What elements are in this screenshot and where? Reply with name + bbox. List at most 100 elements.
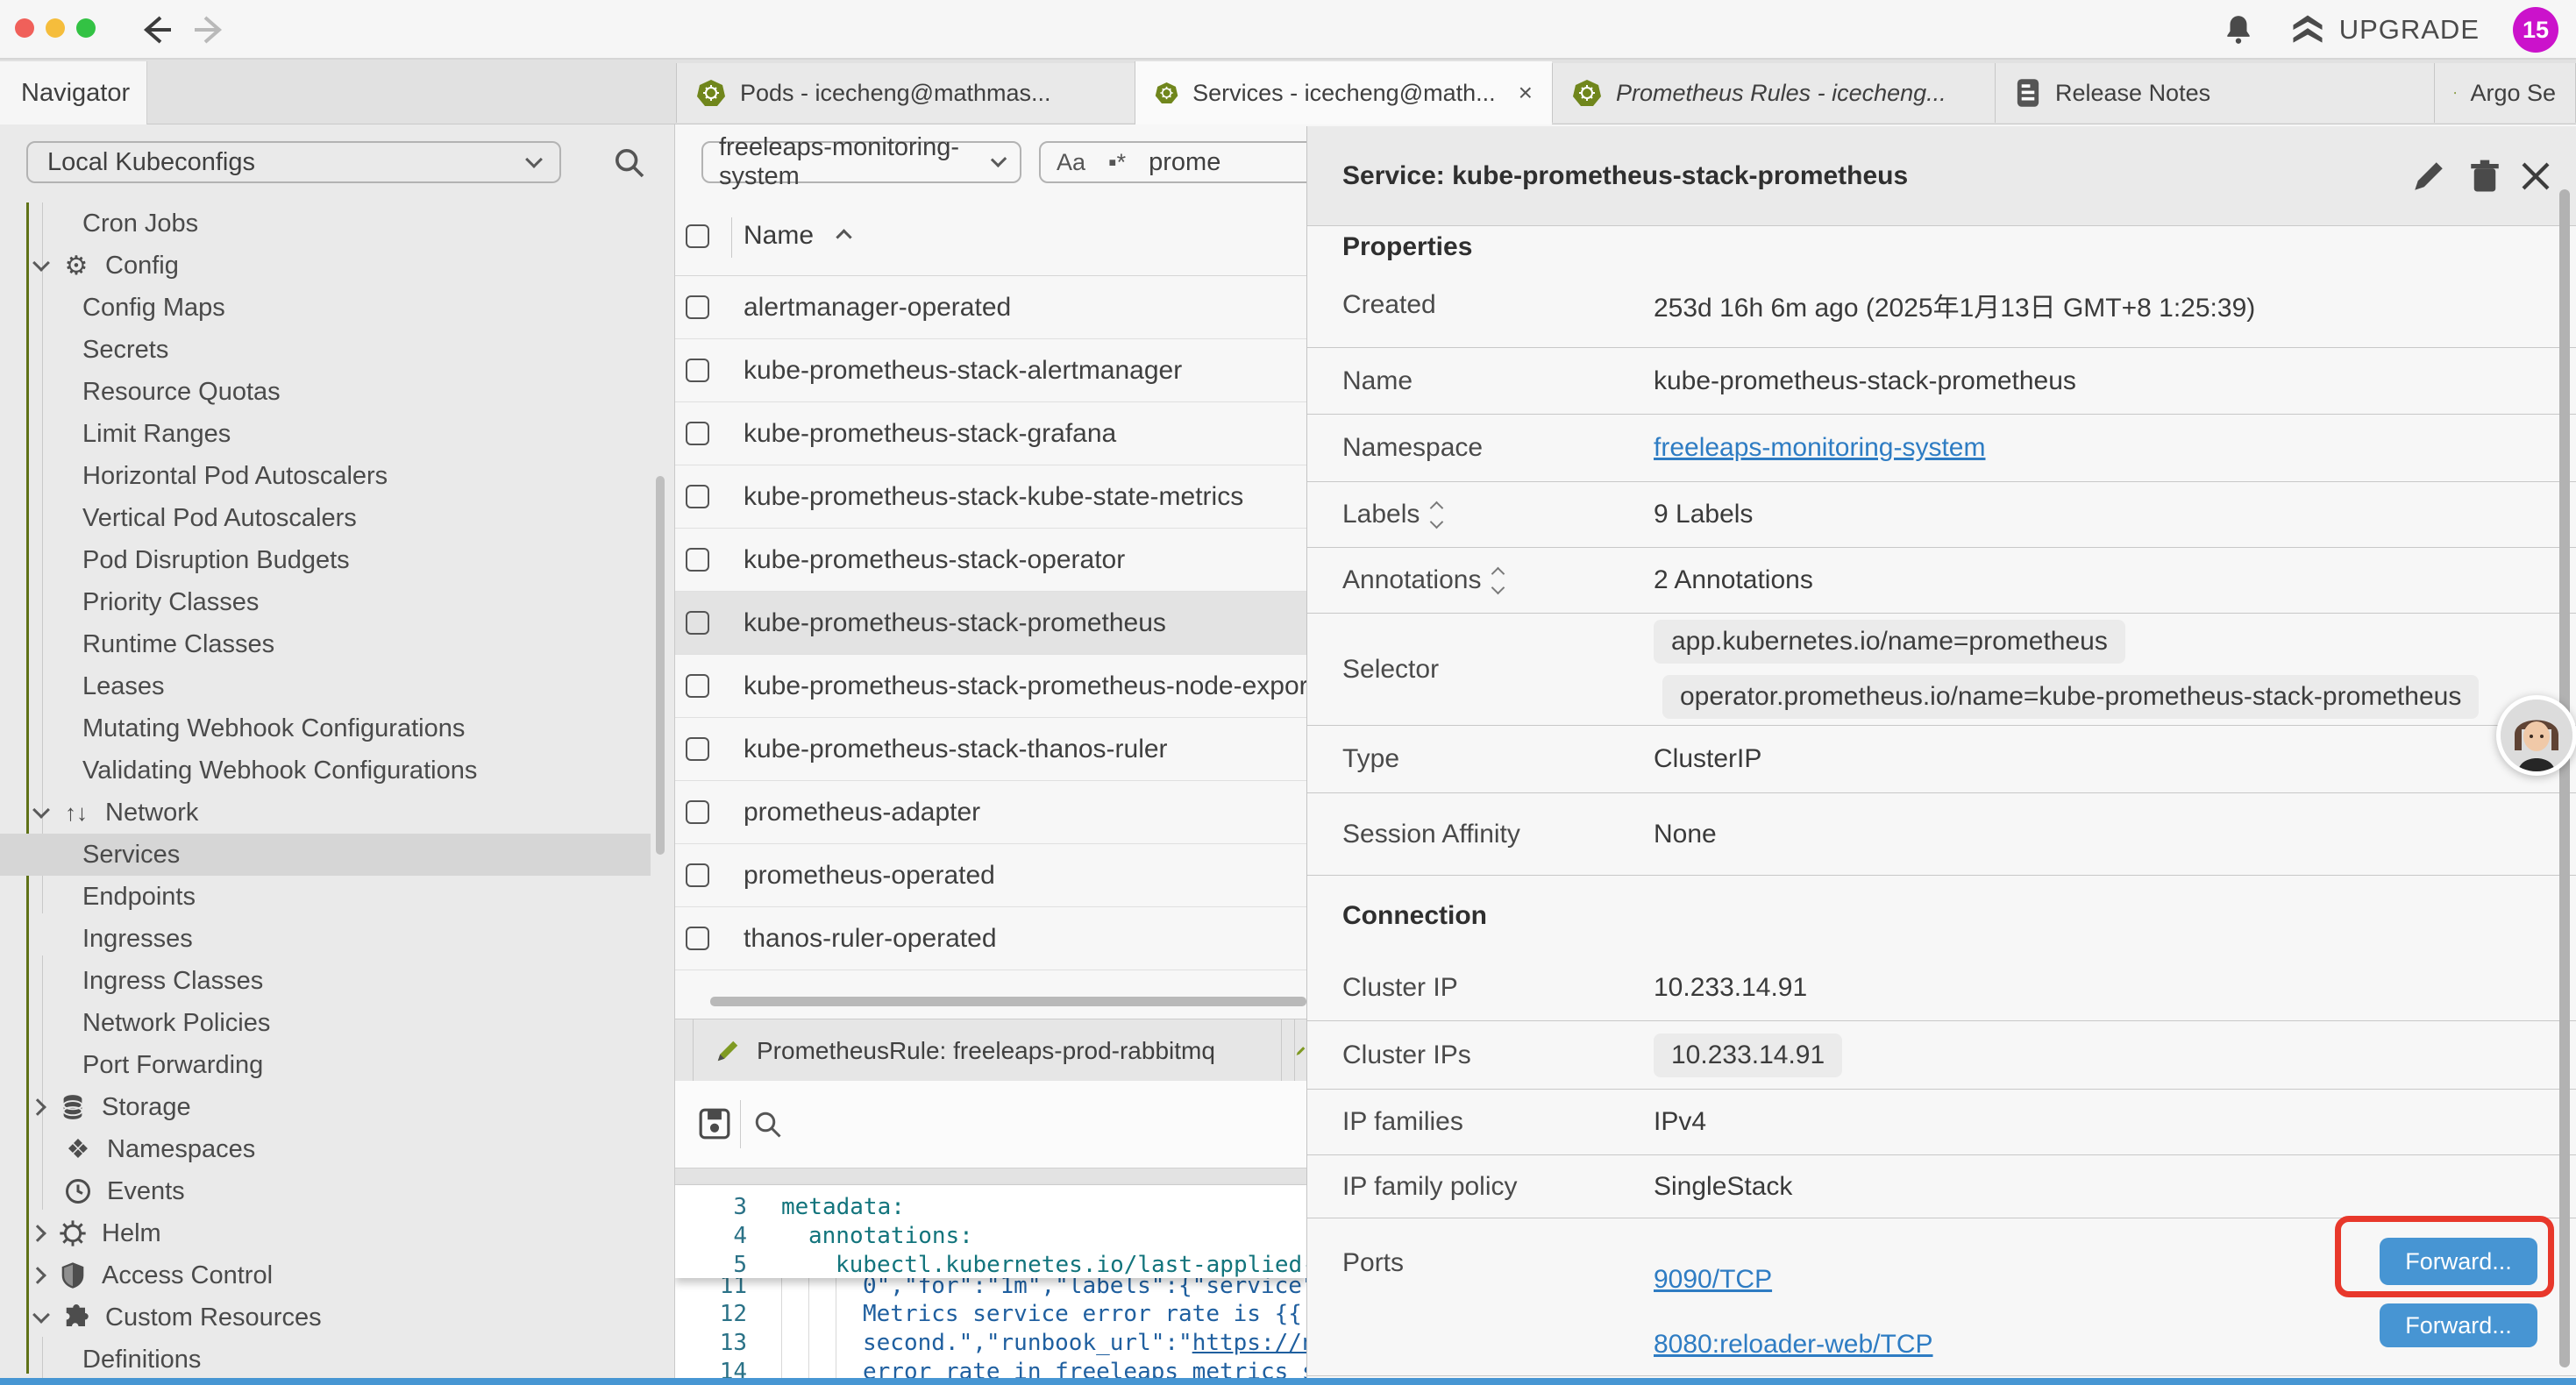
sidebar-item-config-maps[interactable]: Config Maps (0, 287, 675, 329)
table-row[interactable]: kube-prometheus-stack-alertmanager (675, 339, 1306, 402)
select-all-checkbox[interactable] (686, 224, 709, 248)
sidebar-item-secrets[interactable]: Secrets (0, 329, 675, 371)
table-row[interactable]: kube-prometheus-stack-grafana (675, 402, 1306, 465)
chevron-right-icon[interactable] (29, 1225, 46, 1242)
sidebar-item-mutating-webhook-configurations[interactable]: Mutating Webhook Configurations (0, 707, 675, 749)
sidebar-item-custom-resources[interactable]: Custom Resources (0, 1296, 675, 1339)
chevron-down-icon[interactable] (32, 1306, 50, 1324)
user-avatar[interactable] (2496, 695, 2576, 776)
table-row[interactable]: alertmanager-operated (675, 276, 1306, 339)
sidebar-item-access-control[interactable]: Access Control (0, 1254, 675, 1296)
namespace-select[interactable]: freeleaps-monitoring-system (701, 141, 1021, 183)
tab-services[interactable]: Services - icecheng@math... × (1135, 61, 1552, 124)
prometheusrule-editor-tab[interactable]: PrometheusRule: freeleaps-prod-rabbitmq (693, 1019, 1282, 1082)
filter-input[interactable]: Aa ▪* prome (1039, 141, 1306, 183)
row-checkbox[interactable] (686, 485, 709, 508)
sidebar-item-ingress-classes[interactable]: Ingress Classes (0, 960, 675, 1002)
port-link[interactable]: 9090/TCP (1654, 1265, 1772, 1295)
row-checkbox[interactable] (686, 927, 709, 950)
minimize-traffic-light[interactable] (46, 18, 65, 38)
name-column-header[interactable]: Name (744, 221, 850, 251)
regex-icon[interactable]: ▪* (1108, 149, 1126, 176)
sidebar-item-validating-webhook-configurations[interactable]: Validating Webhook Configurations (0, 749, 675, 792)
sidebar-item-network-policies[interactable]: Network Policies (0, 1002, 675, 1044)
upgrade-button[interactable]: UPGRADE (2288, 11, 2480, 49)
row-checkbox[interactable] (686, 863, 709, 887)
table-row-selected[interactable]: kube-prometheus-stack-prometheus (675, 592, 1306, 655)
search-icon[interactable] (752, 1109, 784, 1140)
sidebar-item-config[interactable]: ⚙ Config (0, 245, 675, 287)
row-checkbox[interactable] (686, 422, 709, 445)
sidebar-item-limit-ranges[interactable]: Limit Ranges (0, 413, 675, 455)
table-row[interactable]: prometheus-adapter (675, 781, 1306, 844)
sidebar-item-leases[interactable]: Leases (0, 665, 675, 707)
property-label[interactable]: Annotations (1307, 565, 1654, 595)
sidebar-item-horizontal-pod-autoscalers[interactable]: Horizontal Pod Autoscalers (0, 455, 675, 497)
sidebar-item-definitions[interactable]: Definitions (0, 1339, 675, 1381)
row-checkbox[interactable] (686, 548, 709, 572)
row-checkbox[interactable] (686, 800, 709, 824)
table-row[interactable]: kube-prometheus-stack-thanos-ruler (675, 718, 1306, 781)
tab-pods[interactable]: Pods - icecheng@mathmas... (676, 63, 1135, 123)
horizontal-scrollbar[interactable] (710, 997, 1306, 1006)
table-row[interactable]: kube-prometheus-stack-kube-state-metrics (675, 465, 1306, 529)
sidebar-item-services[interactable]: Services (0, 834, 651, 876)
chevron-right-icon[interactable] (29, 1267, 46, 1284)
notification-count-badge[interactable]: 15 (2513, 7, 2558, 53)
sidebar-item-helm[interactable]: Helm (0, 1212, 675, 1254)
row-checkbox[interactable] (686, 359, 709, 382)
maximize-traffic-light[interactable] (76, 18, 96, 38)
row-checkbox[interactable] (686, 674, 709, 698)
match-case-icon[interactable]: Aa (1057, 149, 1085, 176)
sidebar-item-namespaces[interactable]: ❖ Namespaces (0, 1128, 675, 1170)
table-row[interactable]: thanos-ruler-operated (675, 907, 1306, 970)
navigator-panel-tab[interactable]: Navigator (0, 61, 147, 124)
close-traffic-light[interactable] (15, 18, 34, 38)
save-icon[interactable] (698, 1107, 731, 1140)
back-arrow-icon[interactable] (136, 11, 174, 49)
kubeconfig-select[interactable]: Local Kubeconfigs (26, 141, 561, 183)
sidebar-item-runtime-classes[interactable]: Runtime Classes (0, 623, 675, 665)
row-checkbox[interactable] (686, 737, 709, 761)
sidebar-item-pod-disruption-budgets[interactable]: Pod Disruption Budgets (0, 539, 675, 581)
sidebar-item-endpoints[interactable]: Endpoints (0, 876, 675, 918)
tab-prometheus-rules[interactable]: Prometheus Rules - icecheng... (1552, 63, 1995, 123)
editor-tab-partial[interactable] (1294, 1019, 1306, 1082)
sidebar-item-network[interactable]: ↑↓ Network (0, 792, 675, 834)
trash-icon[interactable] (2466, 158, 2503, 195)
table-row[interactable]: kube-prometheus-stack-operator (675, 529, 1306, 592)
row-checkbox[interactable] (686, 295, 709, 319)
selector-chip[interactable]: app.kubernetes.io/name=prometheus (1654, 620, 2125, 664)
chevron-down-icon[interactable] (32, 254, 50, 272)
cluster-ip-chip[interactable]: 10.233.14.91 (1654, 1033, 1842, 1077)
url-link[interactable]: https://net (1192, 1330, 1306, 1356)
sidebar-item-vertical-pod-autoscalers[interactable]: Vertical Pod Autoscalers (0, 497, 675, 539)
close-icon[interactable] (2517, 158, 2554, 195)
sidebar-item-resource-quotas[interactable]: Resource Quotas (0, 371, 675, 413)
property-label[interactable]: Labels (1307, 500, 1654, 529)
table-row[interactable]: kube-prometheus-stack-prometheus-node-ex… (675, 655, 1306, 718)
sidebar-item-ingresses[interactable]: Ingresses (0, 918, 675, 960)
namespace-link[interactable]: freeleaps-monitoring-system (1654, 433, 1985, 463)
tab-argo[interactable]: Argo Se (2434, 63, 2576, 123)
sidebar-item-priority-classes[interactable]: Priority Classes (0, 581, 675, 623)
sidebar-item-storage[interactable]: Storage (0, 1086, 675, 1128)
close-tab-icon[interactable]: × (1519, 79, 1533, 107)
chevron-down-icon[interactable] (32, 801, 50, 819)
edit-pencil-icon[interactable] (2410, 158, 2447, 195)
sidebar-item-port-forwarding[interactable]: Port Forwarding (0, 1044, 675, 1086)
tab-release-notes[interactable]: Release Notes (1995, 63, 2434, 123)
port-link[interactable]: 8080:reloader-web/TCP (1654, 1330, 1933, 1360)
drawer-scrollbar[interactable] (2559, 189, 2570, 1367)
sidebar-item-cron-jobs[interactable]: Cron Jobs (0, 202, 675, 245)
selector-chip[interactable]: operator.prometheus.io/name=kube-prometh… (1662, 675, 2479, 719)
yaml-editor[interactable]: 11 0","for":"1m","labels":{"service":"f … (675, 1185, 1306, 1378)
chevron-right-icon[interactable] (29, 1098, 46, 1116)
row-checkbox[interactable] (686, 611, 709, 635)
search-icon[interactable] (612, 146, 647, 181)
sidebar-scrollbar[interactable] (656, 476, 665, 855)
forward-button[interactable]: Forward... (2380, 1303, 2537, 1347)
sidebar-item-events[interactable]: Events (0, 1170, 675, 1212)
bell-icon[interactable] (2222, 12, 2255, 47)
table-row[interactable]: prometheus-operated (675, 844, 1306, 907)
